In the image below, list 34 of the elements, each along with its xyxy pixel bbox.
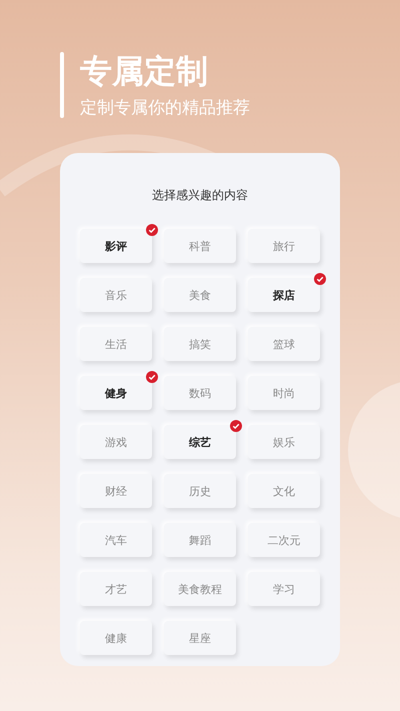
interest-tag[interactable]: 数码 <box>164 376 236 410</box>
accent-bar <box>60 52 64 118</box>
interest-tag[interactable]: 综艺 <box>164 425 236 459</box>
check-badge-icon <box>314 273 326 285</box>
page-title: 专属定制 <box>80 52 209 90</box>
interest-tag[interactable]: 科普 <box>164 229 236 263</box>
interest-tag[interactable]: 美食教程 <box>164 572 236 606</box>
interest-tag[interactable]: 学习 <box>248 572 320 606</box>
interest-tag[interactable]: 美食 <box>164 278 236 312</box>
interest-tag[interactable]: 篮球 <box>248 327 320 361</box>
interest-tag[interactable]: 旅行 <box>248 229 320 263</box>
interest-tag[interactable]: 历史 <box>164 474 236 508</box>
interest-tag[interactable]: 才艺 <box>80 572 152 606</box>
interest-tag[interactable]: 搞笑 <box>164 327 236 361</box>
check-badge-icon <box>230 420 242 432</box>
check-badge-icon <box>146 224 158 236</box>
interest-tag[interactable]: 生活 <box>80 327 152 361</box>
interest-tag[interactable]: 娱乐 <box>248 425 320 459</box>
interest-tag[interactable]: 星座 <box>164 621 236 655</box>
interest-tag[interactable]: 二次元 <box>248 523 320 557</box>
interest-tag[interactable]: 影评 <box>80 229 152 263</box>
interest-tag[interactable]: 音乐 <box>80 278 152 312</box>
interest-tag[interactable]: 时尚 <box>248 376 320 410</box>
card-title: 选择感兴趣的内容 <box>151 187 249 204</box>
interest-tag[interactable]: 文化 <box>248 474 320 508</box>
interest-tag[interactable]: 财经 <box>80 474 152 508</box>
interest-tag[interactable]: 舞蹈 <box>164 523 236 557</box>
check-badge-icon <box>146 371 158 383</box>
interest-tag[interactable]: 健身 <box>80 376 152 410</box>
page-subtitle: 定制专属你的精品推荐 <box>80 97 250 119</box>
interest-tag[interactable]: 健康 <box>80 621 152 655</box>
interest-tag[interactable]: 汽车 <box>80 523 152 557</box>
interest-tag[interactable]: 探店 <box>248 278 320 312</box>
interest-tag[interactable]: 游戏 <box>80 425 152 459</box>
